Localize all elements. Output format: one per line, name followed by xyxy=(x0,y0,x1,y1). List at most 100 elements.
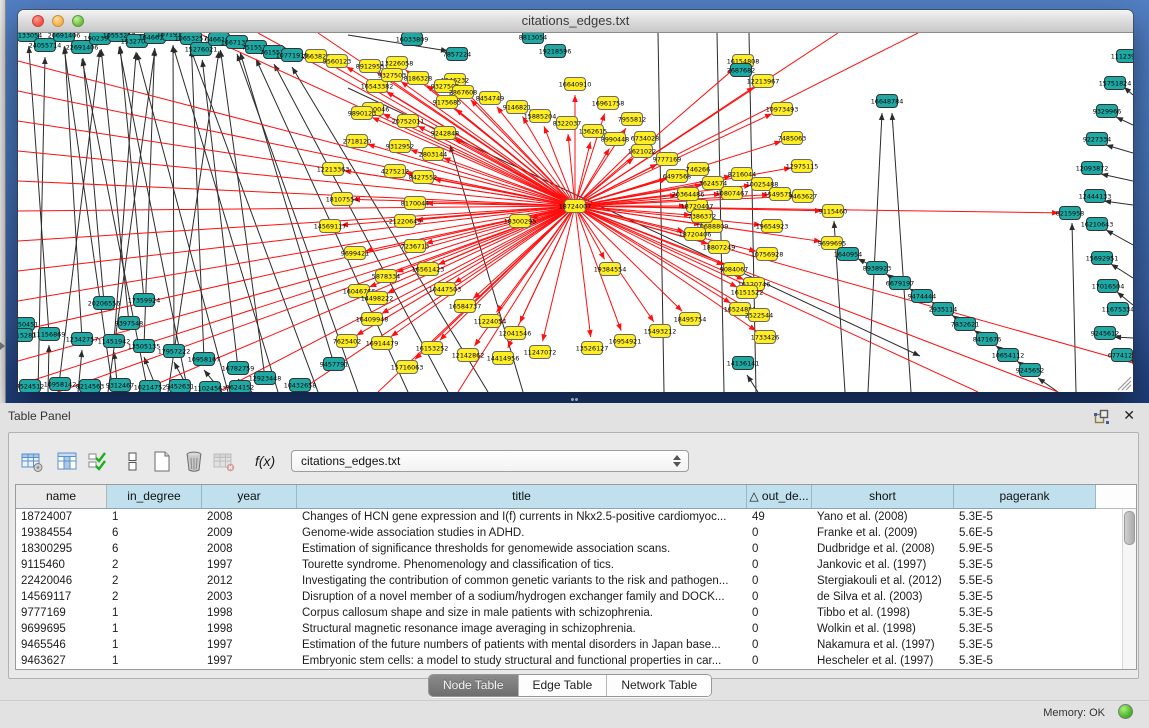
table-cell[interactable]: 18300295 xyxy=(16,541,107,557)
table-cell[interactable]: 1998 xyxy=(202,605,297,621)
column-header-name[interactable]: name xyxy=(16,485,107,509)
table-cell[interactable]: 0 xyxy=(747,605,812,621)
table-cell[interactable]: 5.3E-5 xyxy=(954,621,1096,637)
table-row[interactable]: 1872400712008Changes of HCN gene express… xyxy=(16,509,1136,525)
table-row[interactable]: 946554611997Estimation of the future num… xyxy=(16,637,1136,653)
table-cell[interactable]: Disruption of a novel member of a sodium… xyxy=(297,589,747,605)
table-cell[interactable]: 5.5E-5 xyxy=(954,573,1096,589)
column-header-year[interactable]: year xyxy=(202,485,297,509)
table-cell[interactable]: Tourette syndrome. Phenomenology and cla… xyxy=(297,557,747,573)
network-canvas[interactable]: 1872400776638229560123891295516543382224… xyxy=(18,33,1133,392)
table-cell[interactable]: 2008 xyxy=(202,509,297,525)
table-row[interactable]: 1456911722003Disruption of a novel membe… xyxy=(16,589,1136,605)
column-header-short[interactable]: short xyxy=(812,485,954,509)
table-header-row[interactable]: namein_degreeyeartitle△ out_de...shortpa… xyxy=(16,485,1136,509)
table-cell[interactable]: 0 xyxy=(747,573,812,589)
table-cell[interactable]: 0 xyxy=(747,637,812,653)
table-cell[interactable]: 18724007 xyxy=(16,509,107,525)
close-panel-icon[interactable]: ✕ xyxy=(1123,407,1135,423)
table-cell[interactable]: Investigating the contribution of common… xyxy=(297,573,747,589)
column-header-pagerank[interactable]: pagerank xyxy=(954,485,1096,509)
table-cell[interactable]: 9777169 xyxy=(16,605,107,621)
table-cell[interactable]: 9465546 xyxy=(16,637,107,653)
table-cell[interactable]: 22420046 xyxy=(16,573,107,589)
table-cell[interactable]: Dudbridge et al. (2008) xyxy=(812,541,954,557)
table-cell[interactable]: 1998 xyxy=(202,621,297,637)
row-height-icon[interactable] xyxy=(121,450,145,474)
table-cell[interactable]: Estimation of significance thresholds fo… xyxy=(297,541,747,557)
table-row[interactable]: 977716911998Corpus callosum shape and si… xyxy=(16,605,1136,621)
tab-network-table[interactable]: Network Table xyxy=(606,675,711,696)
split-pane-grip[interactable] xyxy=(571,398,580,402)
table-scrollbar-thumb[interactable] xyxy=(1124,511,1135,545)
table-row[interactable]: 2242004622012Investigating the contribut… xyxy=(16,573,1136,589)
create-column-icon[interactable] xyxy=(150,450,174,474)
table-cell[interactable]: 5.9E-5 xyxy=(954,541,1096,557)
table-cell[interactable]: 2012 xyxy=(202,573,297,589)
table-cell[interactable]: 6 xyxy=(107,541,202,557)
table-cell[interactable]: 9115460 xyxy=(16,557,107,573)
table-cell[interactable]: 0 xyxy=(747,589,812,605)
table-cell[interactable]: 2 xyxy=(107,573,202,589)
table-cell[interactable]: Jankovic et al. (1997) xyxy=(812,557,954,573)
tab-edge-table[interactable]: Edge Table xyxy=(518,675,607,696)
table-cell[interactable]: Yano et al. (2008) xyxy=(812,509,954,525)
table-cell[interactable]: 2 xyxy=(107,589,202,605)
table-type-tabs[interactable]: Node TableEdge TableNetwork Table xyxy=(428,674,712,697)
table-cell[interactable]: 1 xyxy=(107,637,202,653)
table-cell[interactable]: Embryonic stem cells: a model to study s… xyxy=(297,653,747,669)
table-row[interactable]: 1830029562008Estimation of significance … xyxy=(16,541,1136,557)
table-scrollbar[interactable] xyxy=(1122,509,1136,669)
table-cell[interactable]: Tibbo et al. (1998) xyxy=(812,605,954,621)
table-cell[interactable]: Genome-wide association studies in ADHD. xyxy=(297,525,747,541)
table-body[interactable]: 1872400712008Changes of HCN gene express… xyxy=(16,509,1136,669)
table-cell[interactable]: 14569117 xyxy=(16,589,107,605)
node-table[interactable]: namein_degreeyeartitle△ out_de...shortpa… xyxy=(15,484,1137,670)
table-cell[interactable]: 0 xyxy=(747,557,812,573)
table-cell[interactable]: 1 xyxy=(107,653,202,669)
table-cell[interactable]: Hescheler et al. (1997) xyxy=(812,653,954,669)
table-cell[interactable]: 19384554 xyxy=(16,525,107,541)
table-cell[interactable]: 2 xyxy=(107,557,202,573)
table-cell[interactable]: 5.3E-5 xyxy=(954,605,1096,621)
table-cell[interactable]: Estimation of the future numbers of pati… xyxy=(297,637,747,653)
table-cell[interactable]: 5.3E-5 xyxy=(954,637,1096,653)
table-cell[interactable]: Changes of HCN gene expression and I(f) … xyxy=(297,509,747,525)
table-cell[interactable]: 5.3E-5 xyxy=(954,509,1096,525)
table-cell[interactable]: 1 xyxy=(107,509,202,525)
table-cell[interactable]: 1997 xyxy=(202,637,297,653)
table-cell[interactable]: 5.3E-5 xyxy=(954,653,1096,669)
table-cell[interactable]: 0 xyxy=(747,621,812,637)
table-cell[interactable]: 1 xyxy=(107,621,202,637)
tab-node-table[interactable]: Node Table xyxy=(429,675,518,696)
table-cell[interactable]: Stergiakouli et al. (2012) xyxy=(812,573,954,589)
table-cell[interactable]: 1997 xyxy=(202,653,297,669)
table-cell[interactable]: 5.3E-5 xyxy=(954,557,1096,573)
memory-status-light-icon[interactable] xyxy=(1118,704,1133,719)
table-cell[interactable]: 0 xyxy=(747,525,812,541)
float-panel-icon[interactable] xyxy=(1094,409,1109,424)
table-row[interactable]: 1938455462009Genome-wide association stu… xyxy=(16,525,1136,541)
table-row[interactable]: 946362711997Embryonic stem cells: a mode… xyxy=(16,653,1136,669)
table-cell[interactable]: Franke et al. (2009) xyxy=(812,525,954,541)
panel-collapse-arrow-icon[interactable] xyxy=(0,342,5,350)
show-columns-icon[interactable] xyxy=(56,450,80,474)
table-cell[interactable]: 0 xyxy=(747,541,812,557)
table-cell[interactable]: Corpus callosum shape and size in male p… xyxy=(297,605,747,621)
function-builder-icon[interactable]: f(x) xyxy=(255,453,279,477)
window-titlebar[interactable]: citations_edges.txt xyxy=(18,10,1133,33)
table-cell[interactable]: 1997 xyxy=(202,557,297,573)
table-cell[interactable]: Wolkin et al. (1998) xyxy=(812,621,954,637)
table-cell[interactable]: 2008 xyxy=(202,541,297,557)
table-cell[interactable]: Nakamura et al. (1997) xyxy=(812,637,954,653)
delete-table-icon[interactable] xyxy=(212,450,236,474)
table-cell[interactable]: 2003 xyxy=(202,589,297,605)
select-columns-icon[interactable] xyxy=(86,450,110,474)
table-cell[interactable]: Structural magnetic resonance image aver… xyxy=(297,621,747,637)
column-header-title[interactable]: title xyxy=(297,485,747,509)
table-row[interactable]: 911546021997Tourette syndrome. Phenomeno… xyxy=(16,557,1136,573)
table-row[interactable]: 969969511998Structural magnetic resonanc… xyxy=(16,621,1136,637)
table-cell[interactable]: 0 xyxy=(747,653,812,669)
table-mode-icon[interactable] xyxy=(20,450,44,474)
table-cell[interactable]: 1 xyxy=(107,605,202,621)
